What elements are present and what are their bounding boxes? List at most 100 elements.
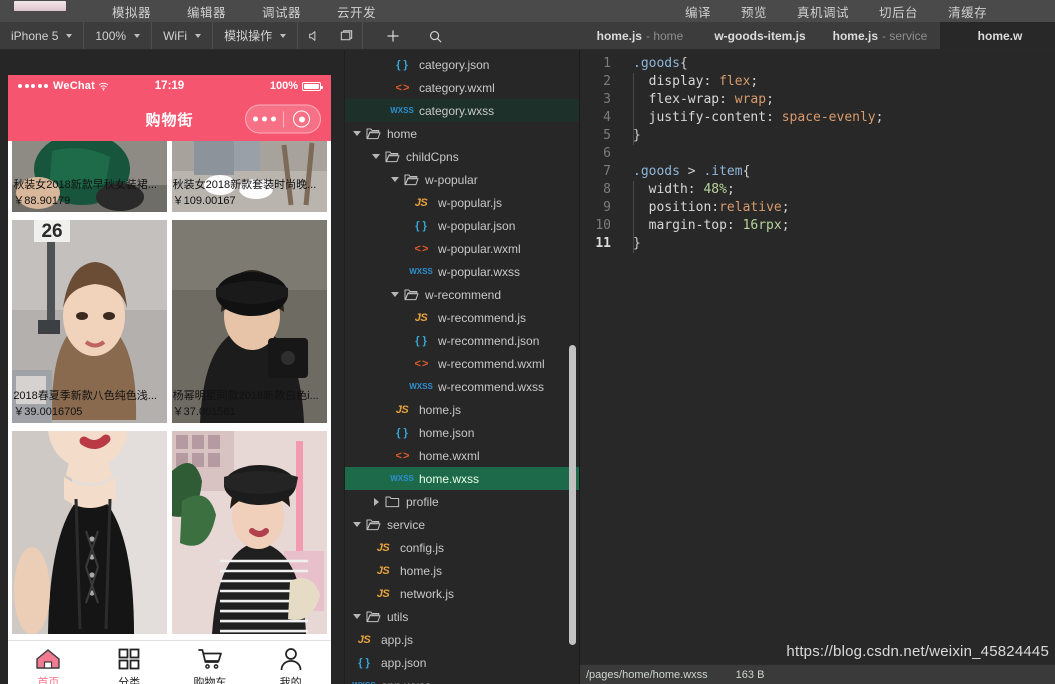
action-compile[interactable]: 编译 xyxy=(685,2,711,21)
action-clear-cache[interactable]: 清缓存 xyxy=(948,2,987,21)
tab-category[interactable]: 分类 xyxy=(89,641,170,684)
tree-file-row[interactable]: WXSSapp.wxss xyxy=(345,674,579,684)
action-remote-debug[interactable]: 真机调试 xyxy=(797,2,849,21)
goods-item[interactable] xyxy=(171,431,327,634)
action-background[interactable]: 切后台 xyxy=(879,2,918,21)
tree-folder-row[interactable]: profile xyxy=(345,490,579,513)
tab-cart[interactable]: 购物车 xyxy=(170,641,251,684)
chevron-down-icon[interactable] xyxy=(370,154,382,159)
tree-folder-row[interactable]: home xyxy=(345,122,579,145)
tree-file-row[interactable]: WXSS category.wxss xyxy=(345,99,579,122)
js-file-icon: JS xyxy=(395,403,409,416)
tree-file-row[interactable]: { } category.json xyxy=(345,53,579,76)
editor-tab[interactable]: home.js - service xyxy=(820,22,940,49)
goods-item[interactable]: 26 2018春夏季新款八色纯色浅... ￥39.0016705 xyxy=(12,220,168,423)
editor-tab-active[interactable]: home.w xyxy=(940,22,1055,49)
code-editor[interactable]: 1 2 3 4 5 6 7 8 9 10 11 .goods{ display: flex; fle… xyxy=(580,50,1055,664)
tree-file-row[interactable]: < > home.wxml xyxy=(345,444,579,467)
phone-tab-bar: 首页 分类 购物车 我的 xyxy=(8,640,331,684)
window-icon[interactable] xyxy=(330,22,362,50)
wxml-file-icon: < > xyxy=(395,81,410,94)
goods-grid: 秋装女2018新款早秋女装裙... ￥88.90179 秋装女2018新款套装时… xyxy=(8,141,331,638)
mute-icon[interactable] xyxy=(298,22,330,50)
tree-file-row[interactable]: JS network.js xyxy=(345,582,579,605)
tree-file-row[interactable]: WXSS home.wxss xyxy=(345,467,579,490)
folder-open-icon xyxy=(363,518,383,531)
page-title: 购物街 xyxy=(145,111,194,129)
tree-file-row[interactable]: JS home.js xyxy=(345,559,579,582)
file-tree-pane[interactable]: { } category.json < > category.wxml WXSS cate… xyxy=(345,50,580,684)
tree-file-row[interactable]: JS home.js xyxy=(345,398,579,421)
chevron-down-icon[interactable] xyxy=(389,177,401,182)
tree-file-row[interactable]: < > w-recommend.wxml xyxy=(345,352,579,375)
wechat-capsule-button[interactable] xyxy=(245,104,321,134)
chevron-down-icon xyxy=(134,33,141,38)
menu-item-debugger[interactable]: 调试器 xyxy=(262,2,301,21)
menu-item-cloud[interactable]: 云开发 xyxy=(337,2,376,21)
tree-folder-row[interactable]: childCpns xyxy=(345,145,579,168)
add-page-button[interactable] xyxy=(377,22,409,50)
code-token: margin-top xyxy=(633,218,727,233)
goods-item[interactable] xyxy=(12,431,168,634)
tree-folder-row[interactable]: w-recommend xyxy=(345,283,579,306)
network-selector[interactable]: WiFi xyxy=(152,22,214,49)
tree-file-row[interactable]: { } w-recommend.json xyxy=(345,329,579,352)
js-file-icon: JS xyxy=(376,541,390,554)
simulate-action-selector[interactable]: 模拟操作 xyxy=(213,22,299,49)
tree-file-row[interactable]: JS config.js xyxy=(345,536,579,559)
goods-item[interactable]: 秋装女2018新款早秋女装裙... ￥88.90179 xyxy=(12,141,168,212)
action-preview[interactable]: 预览 xyxy=(741,2,767,21)
app-logo xyxy=(14,1,66,11)
editor-tab[interactable]: home.js - home xyxy=(580,22,700,49)
chevron-down-icon[interactable] xyxy=(351,614,363,619)
tree-file-row[interactable]: { } app.json xyxy=(345,651,579,674)
chevron-down-icon[interactable] xyxy=(351,522,363,527)
folder-open-icon xyxy=(401,173,421,186)
chevron-down-icon[interactable] xyxy=(389,292,401,297)
tree-file-row[interactable]: { } w-popular.json xyxy=(345,214,579,237)
goods-meta xyxy=(172,629,327,634)
menu-item-editor[interactable]: 编辑器 xyxy=(187,2,226,21)
goods-meta: 秋装女2018新款套装时尚晚... ￥109.00167 xyxy=(172,175,327,212)
code-content[interactable]: .goods{ display: flex; flex-wrap: wrap; … xyxy=(620,55,1055,664)
goods-meta xyxy=(12,629,167,634)
chevron-right-icon[interactable] xyxy=(370,497,382,506)
tree-file-row[interactable]: JS w-popular.js xyxy=(345,191,579,214)
tree-file-row[interactable]: WXSS w-recommend.wxss xyxy=(345,375,579,398)
code-token: ; xyxy=(726,182,735,197)
page-scroll-body[interactable]: 秋装女2018新款早秋女装裙... ￥88.90179 秋装女2018新款套装时… xyxy=(8,141,331,640)
tree-file-row[interactable]: JS w-recommend.js xyxy=(345,306,579,329)
goods-item[interactable]: 杨幂明星同款2018新款白色i... ￥37.001561 xyxy=(171,220,327,423)
svg-text:26: 26 xyxy=(42,221,63,242)
indent-guide xyxy=(633,181,634,253)
menu-item-simulator[interactable]: 模拟器 xyxy=(112,2,151,21)
goods-meta: 秋装女2018新款早秋女装裙... ￥88.90179 xyxy=(12,175,167,212)
chevron-down-icon[interactable] xyxy=(351,131,363,136)
json-file-icon: { } xyxy=(415,219,427,232)
tree-file-row[interactable]: WXSS w-popular.wxss xyxy=(345,260,579,283)
tree-folder-row[interactable]: utils xyxy=(345,605,579,628)
zoom-selector[interactable]: 100% xyxy=(84,22,153,49)
device-selector-label: iPhone 5 xyxy=(11,28,59,43)
code-line: width: 48%; xyxy=(633,181,1055,199)
file-tree-scrollbar[interactable] xyxy=(569,345,576,645)
tree-file-row[interactable]: < > category.wxml xyxy=(345,76,579,99)
tree-file-row[interactable]: < > w-popular.wxml xyxy=(345,237,579,260)
tree-folder-row[interactable]: service xyxy=(345,513,579,536)
tree-folder-row[interactable]: w-popular xyxy=(345,168,579,191)
tab-profile[interactable]: 我的 xyxy=(250,641,331,684)
search-icon[interactable] xyxy=(419,22,451,50)
editor-tab[interactable]: w-goods-item.js xyxy=(700,22,820,49)
tree-row-label: w-popular xyxy=(425,172,478,187)
js-file-icon: JS xyxy=(414,196,428,209)
tree-row-label: service xyxy=(387,517,426,532)
goods-item[interactable]: 秋装女2018新款套装时尚晚... ￥109.00167 xyxy=(171,141,327,212)
tab-home[interactable]: 首页 xyxy=(8,641,89,684)
code-line: } xyxy=(633,127,1055,145)
code-line: justify-content: space-evenly; xyxy=(633,109,1055,127)
device-selector[interactable]: iPhone 5 xyxy=(0,22,85,49)
tree-file-row[interactable]: JS app.js xyxy=(345,628,579,651)
line-number: 11 xyxy=(595,236,611,251)
tree-file-row[interactable]: { } home.json xyxy=(345,421,579,444)
